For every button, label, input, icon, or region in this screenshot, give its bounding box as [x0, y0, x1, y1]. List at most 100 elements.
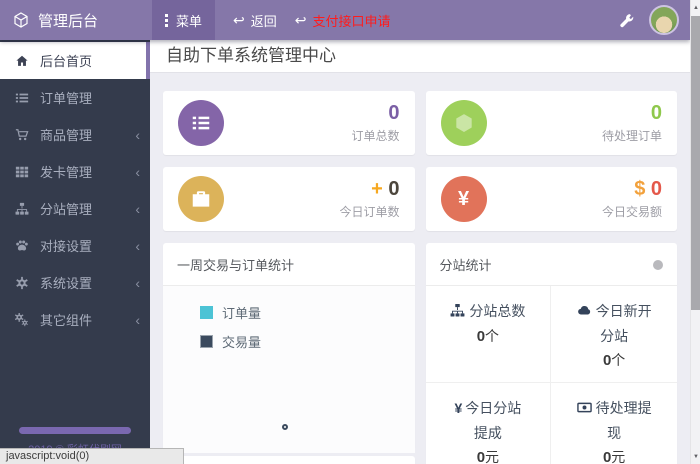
substation-cell-label: 今日分站提成: [465, 400, 522, 441]
reply-arrow-icon: ↩: [294, 12, 307, 28]
weekly-chart-panel: 一周交易与订单统计 订单量 交易量: [163, 243, 415, 453]
scrollbar-thumb[interactable]: [691, 16, 700, 310]
page-header: 自助下单系统管理中心: [150, 40, 690, 73]
sidebar-item-settings[interactable]: 系统设置: [0, 264, 150, 301]
scroll-up-arrow-icon[interactable]: ▲: [691, 0, 700, 15]
legend-swatch-cyan: [200, 306, 213, 319]
stat-label: 待处理订单: [601, 129, 662, 143]
chevron-left-icon: [135, 276, 140, 290]
briefcase-icon: [178, 176, 224, 222]
legend-label: 订单量: [222, 306, 262, 321]
sidebar: 后台首页 订单管理 商品管理 发卡管理 分站管理 对接设置 系统设置: [0, 40, 150, 464]
scroll-down-arrow-icon[interactable]: ▼: [691, 449, 700, 464]
legend-label: 交易量: [222, 335, 262, 350]
stat-label: 今日订单数: [339, 205, 400, 219]
stat-card-total-orders: 0 订单总数: [163, 91, 415, 155]
payment-api-link[interactable]: ↩ 支付接口申请: [295, 11, 391, 30]
browser-scrollbar[interactable]: ▲ ▼: [690, 0, 700, 464]
chevron-left-icon: [135, 239, 140, 253]
app-brand[interactable]: 管理后台: [0, 10, 150, 31]
substation-cell-unit: 个: [611, 352, 626, 368]
sidebar-toggle-pill[interactable]: [19, 427, 131, 434]
substation-panel: 分站统计 分站总数 0个 今日新开分站 0个 今日分站提成 0元: [425, 243, 677, 464]
vertical-dots-icon: [165, 12, 168, 29]
topbar-right: [619, 5, 690, 35]
hexagon-icon: [440, 100, 487, 146]
list-icon: [15, 93, 29, 102]
panel-options-dot[interactable]: [653, 259, 663, 270]
sidebar-item-label: 后台首页: [40, 54, 93, 69]
legend-item-orders[interactable]: 订单量: [200, 303, 415, 322]
user-avatar[interactable]: [649, 5, 679, 35]
sidebar-item-label: 分站管理: [40, 202, 93, 217]
sidebar-item-label: 商品管理: [40, 128, 93, 143]
topbar: 管理后台 菜单 ↩ 返回 ↩ 支付接口申请: [0, 0, 690, 40]
gear-icon: [16, 276, 28, 289]
chevron-left-icon: [135, 128, 140, 142]
menu-button[interactable]: 菜单: [152, 0, 216, 40]
cloud-icon: [577, 305, 590, 315]
substation-cell-commission: 今日分站提成 0元: [426, 383, 552, 464]
yen-icon: [440, 176, 487, 222]
stat-card-today-orders: + 0 今日订单数: [163, 167, 415, 231]
grid-icon: [15, 166, 29, 177]
menu-button-label: 菜单: [176, 13, 203, 29]
substation-grid: 分站总数 0个 今日新开分站 0个 今日分站提成 0元 待处理提现 0元: [425, 286, 677, 464]
sitemap-icon: [450, 303, 465, 317]
stat-value-prefix: +: [371, 178, 383, 200]
paw-icon: [16, 239, 28, 250]
sitemap-icon: [15, 202, 29, 215]
cogs-icon: [15, 312, 28, 326]
sidebar-item-label: 发卡管理: [40, 165, 93, 180]
sidebar-item-substations[interactable]: 分站管理: [0, 190, 150, 227]
chart-legend: 订单量 交易量: [163, 286, 415, 351]
stat-value-prefix: $: [634, 178, 646, 200]
content-grid: 0 订单总数 0 待处理订单 + 0 今日订单数 ¥ $ 0 今日交易额 一周交…: [150, 73, 690, 464]
legend-item-volume[interactable]: 交易量: [200, 332, 415, 351]
substation-cell-value: 0: [476, 327, 486, 345]
sidebar-nav: 后台首页 订单管理 商品管理 发卡管理 分站管理 对接设置 系统设置: [0, 42, 150, 338]
yen-icon: [454, 400, 462, 416]
stat-card-today-volume: $ 0 今日交易额: [425, 167, 677, 231]
stat-value: 0: [650, 102, 662, 124]
sidebar-item-label: 系统设置: [40, 276, 93, 291]
stat-label: 今日交易额: [601, 205, 662, 219]
next-panel-edge: [163, 456, 415, 464]
legend-swatch-navy: [200, 335, 213, 348]
stat-value: 0: [650, 178, 662, 200]
right-column: 分站统计 分站总数 0个 今日新开分站 0个 今日分站提成 0元: [425, 243, 677, 464]
stat-label: 订单总数: [351, 129, 400, 143]
chevron-left-icon: [135, 165, 140, 179]
sidebar-item-label: 对接设置: [40, 239, 93, 254]
back-link-label: 返回: [250, 13, 277, 29]
chevron-left-icon: [135, 202, 140, 216]
main-area: 自助下单系统管理中心 0 订单总数 0 待处理订单 + 0 今日订单数 ¥ $ …: [150, 40, 690, 464]
substation-cell-withdrawals: 待处理提现 0元: [551, 383, 677, 464]
left-column: 一周交易与订单统计 订单量 交易量: [163, 243, 415, 464]
substation-panel-title: 分站统计: [439, 258, 492, 273]
payment-api-label: 支付接口申请: [312, 13, 391, 29]
sidebar-item-integrations[interactable]: 对接设置: [0, 227, 150, 264]
chart-panel-title: 一周交易与订单统计: [177, 258, 295, 273]
sidebar-item-cards[interactable]: 发卡管理: [0, 153, 150, 190]
substation-cell-label: 待处理提现: [595, 400, 652, 441]
money-bill-icon: [576, 402, 592, 413]
back-link[interactable]: ↩ 返回: [233, 11, 277, 30]
substation-cell-total: 分站总数 0个: [425, 286, 552, 384]
substation-cell-unit: 个: [485, 327, 500, 344]
wrench-icon[interactable]: [619, 13, 634, 28]
sidebar-item-home[interactable]: 后台首页: [0, 42, 150, 79]
sidebar-item-orders[interactable]: 订单管理: [0, 79, 150, 116]
reply-arrow-icon: ↩: [233, 12, 245, 28]
sidebar-item-components[interactable]: 其它组件: [0, 301, 150, 338]
stat-value: 0: [388, 178, 400, 200]
substation-cell-unit: 元: [611, 449, 626, 464]
brand-title: 管理后台: [38, 12, 99, 30]
chart-area: 订单量 交易量: [163, 286, 415, 453]
sidebar-item-products[interactable]: 商品管理: [0, 116, 150, 153]
browser-status-bar: javascript:void(0): [0, 448, 184, 464]
stat-value: 0: [388, 102, 400, 124]
substation-cell-value: 0: [476, 449, 486, 464]
chart-point-marker: [282, 424, 288, 430]
sidebar-item-label: 其它组件: [40, 313, 93, 328]
